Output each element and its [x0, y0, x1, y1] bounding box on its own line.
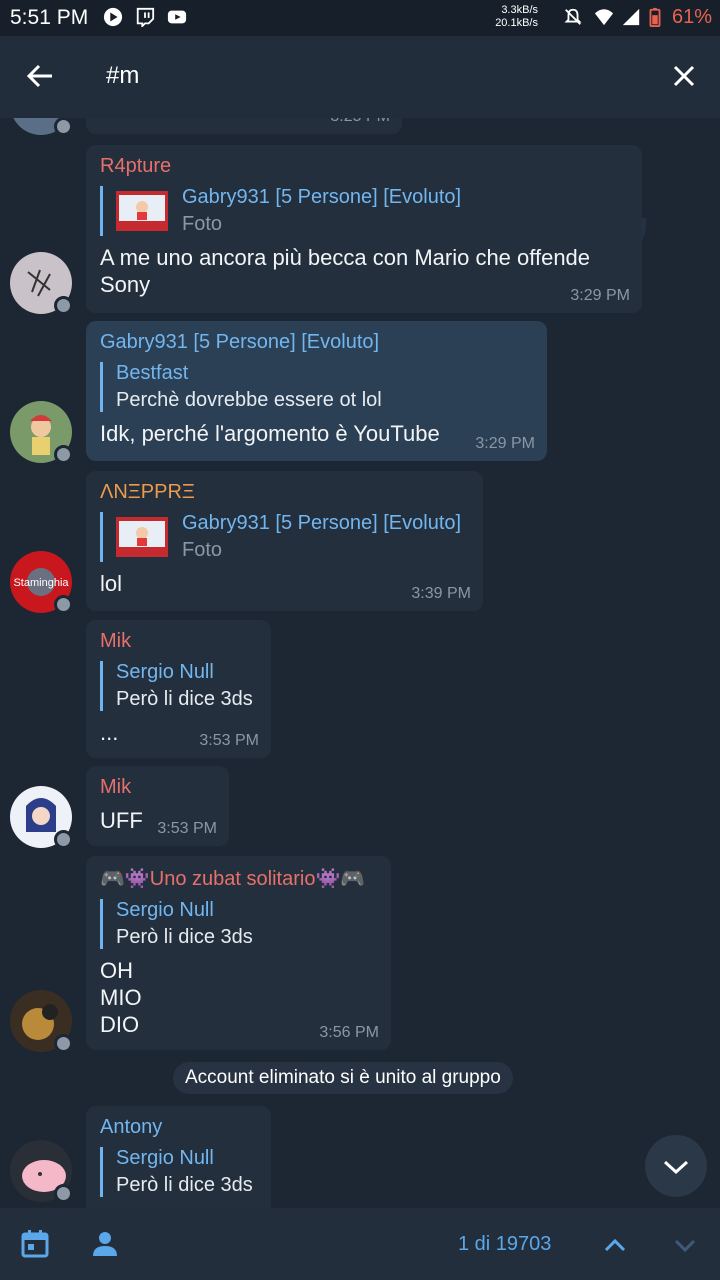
- message-bubble[interactable]: 3:25 PM: [86, 118, 402, 134]
- search-toolbar: [0, 36, 720, 118]
- avatar-label: Staminghia: [13, 577, 69, 589]
- message-sender[interactable]: Mik: [100, 776, 215, 799]
- search-result-counter: 1 di 19703: [458, 1233, 552, 1255]
- reply-text: Però li dice 3ds: [116, 688, 253, 710]
- message-bubble[interactable]: R4pture Gabry931 [5 Persone] [Evoluto] F…: [86, 145, 642, 313]
- message-bubble[interactable]: Mik UFF 3:53 PM: [86, 766, 229, 846]
- reply-sender-name: Gabry931 [5 Persone] [Evoluto]: [182, 186, 462, 208]
- message-bubble[interactable]: Mik Sergio Null Però li dice 3ds ... 3:5…: [86, 620, 271, 758]
- service-message: Account eliminato si è unito al gruppo: [173, 1062, 513, 1094]
- photo-thumbnail: [116, 517, 168, 557]
- mute-bell-icon: [564, 8, 582, 25]
- message-text-line: Sony: [100, 272, 151, 297]
- message-time: 3:29 PM: [570, 287, 630, 304]
- reply-sender-name: Sergio Null: [116, 899, 214, 921]
- status-bar: 5:51 PM 3.3kB/s 20.1kB/s 61%: [0, 0, 720, 36]
- message-time: 3:25 PM: [330, 118, 390, 126]
- message-bubble[interactable]: 🎮👾Uno zubat solitario👾🎮 Sergio Null Però…: [86, 856, 391, 1050]
- reply-sender-name: Sergio Null: [116, 1147, 214, 1169]
- online-status-dot: [54, 830, 73, 849]
- chevron-up-icon[interactable]: [600, 1230, 630, 1260]
- net-down: 20.1kB/s: [495, 17, 538, 29]
- online-status-dot: [54, 296, 73, 315]
- message-text-line: OH: [100, 958, 133, 983]
- message-text-line: A me uno ancora più becca con Mario che …: [100, 245, 591, 270]
- online-status-dot: [54, 1034, 73, 1053]
- reply-text: Foto: [182, 213, 223, 235]
- reply-quote[interactable]: Gabry931 [5 Persone] [Evoluto] Foto: [100, 512, 469, 562]
- message-sender[interactable]: Gabry931 [5 Persone] [Evoluto]: [100, 331, 533, 354]
- avatar[interactable]: [10, 118, 73, 136]
- message-bubble[interactable]: ΛΝΞΡΡRΞ Gabry931 [5 Persone] [Evoluto] F…: [86, 471, 483, 611]
- close-icon[interactable]: [666, 58, 702, 94]
- battery-percent: 61%: [672, 6, 713, 28]
- chevron-down-icon[interactable]: [670, 1230, 700, 1260]
- message-time: 3:53 PM: [157, 820, 217, 837]
- message-bubble[interactable]: Antony Sergio Null Però li dice 3ds: [86, 1106, 271, 1208]
- signal-icon: [622, 8, 640, 26]
- avatar[interactable]: [10, 1140, 73, 1203]
- reply-quote[interactable]: Sergio Null Però li dice 3ds: [100, 661, 257, 711]
- net-up: 3.3kB/s: [501, 4, 538, 16]
- reply-sender-name: Sergio Null: [116, 661, 214, 683]
- avatar[interactable]: [10, 786, 73, 849]
- reply-text: Però li dice 3ds: [116, 1174, 253, 1196]
- battery-icon: [649, 7, 661, 27]
- online-status-dot: [54, 1184, 73, 1203]
- message-time: 3:29 PM: [475, 435, 535, 452]
- network-speed: 3.3kB/s 20.1kB/s: [480, 4, 538, 30]
- avatar[interactable]: [10, 401, 73, 464]
- reply-sender-name: Gabry931 [5 Persone] [Evoluto]: [182, 512, 462, 534]
- user-icon[interactable]: [90, 1229, 120, 1259]
- message-sender[interactable]: Mik: [100, 630, 257, 653]
- reply-text: Perchè dovrebbe essere ot lol: [116, 389, 382, 411]
- message-time: 3:56 PM: [319, 1024, 379, 1041]
- reply-text: Però li dice 3ds: [116, 926, 253, 948]
- play-icon: [103, 7, 123, 27]
- youtube-icon: [167, 10, 187, 24]
- wifi-icon: [594, 9, 614, 26]
- twitch-icon: [136, 7, 155, 27]
- avatar[interactable]: [10, 252, 73, 315]
- message-text: Idk, perché l'argomento è YouTube: [100, 421, 440, 446]
- message-text: A me uno ancora più becca con Mario che …: [100, 244, 628, 298]
- reply-quote[interactable]: Gabry931 [5 Persone] [Evoluto] Foto: [100, 186, 628, 236]
- chevron-down-icon: [663, 1160, 689, 1175]
- status-time: 5:51 PM: [10, 6, 89, 29]
- message-bubble-highlighted[interactable]: Gabry931 [5 Persone] [Evoluto] Bestfast …: [86, 321, 547, 461]
- search-navigation-bar: 1 di 19703: [0, 1208, 720, 1280]
- message-sender[interactable]: 🎮👾Uno zubat solitario👾🎮: [100, 866, 377, 891]
- search-input[interactable]: [106, 62, 626, 90]
- reply-quote[interactable]: Sergio Null Però li dice 3ds: [100, 1147, 257, 1197]
- avatar[interactable]: [10, 990, 73, 1053]
- calendar-icon[interactable]: [20, 1229, 50, 1259]
- photo-thumbnail: [116, 191, 168, 231]
- reply-quote[interactable]: Bestfast Perchè dovrebbe essere ot lol: [100, 362, 533, 412]
- message-sender[interactable]: Antony: [100, 1116, 257, 1139]
- online-status-dot: [54, 595, 73, 614]
- scroll-to-bottom-button[interactable]: [645, 1135, 707, 1197]
- message-time: 3:53 PM: [199, 732, 259, 749]
- reply-quote[interactable]: Sergio Null Però li dice 3ds: [100, 899, 377, 949]
- reply-text: Foto: [182, 539, 223, 561]
- message-sender[interactable]: R4pture: [100, 155, 628, 178]
- online-status-dot: [54, 445, 73, 464]
- message-text-line: MIO: [100, 985, 142, 1010]
- reply-sender-name: Bestfast: [116, 362, 189, 384]
- message-sender[interactable]: ΛΝΞΡΡRΞ: [100, 481, 469, 504]
- chat-messages[interactable]: 3:25 PM R4pture Gabry931 [5 Persone] [Ev…: [0, 118, 720, 1208]
- arrow-left-icon[interactable]: [22, 58, 58, 94]
- avatar[interactable]: Staminghia: [10, 551, 73, 614]
- message-time: 3:39 PM: [411, 585, 471, 602]
